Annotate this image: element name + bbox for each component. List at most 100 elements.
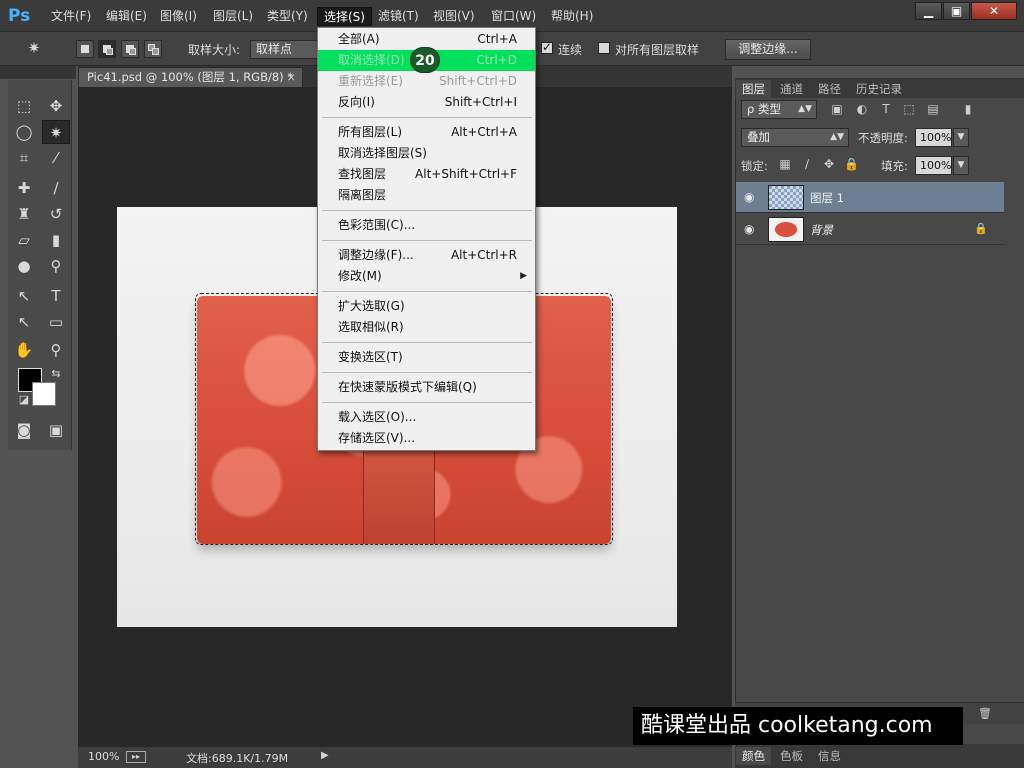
menu-item-inverse[interactable]: 反向(I) Shift+Ctrl+I bbox=[318, 92, 535, 113]
lasso-tool-icon[interactable]: ◯ bbox=[10, 120, 38, 144]
menu-window[interactable]: 窗口(W) bbox=[485, 7, 542, 26]
sample-all-layers-label: 对所有图层取样 bbox=[615, 43, 700, 57]
add-selection-mode-button[interactable] bbox=[98, 40, 116, 58]
tab-layers[interactable]: 图层 bbox=[736, 80, 771, 98]
menu-image[interactable]: 图像(I) bbox=[154, 7, 203, 26]
menu-edit[interactable]: 编辑(E) bbox=[100, 7, 153, 26]
quick-mask-icon[interactable]: ◙ bbox=[10, 418, 38, 442]
menu-item-save-selection[interactable]: 存储选区(V)... bbox=[318, 428, 535, 449]
maximize-button[interactable]: ▣ bbox=[943, 2, 970, 20]
sample-size-select[interactable]: 取样点 bbox=[250, 40, 318, 59]
status-bar: 100% ▸▸ 文档:689.1K/1.79M ▶ bbox=[78, 746, 732, 768]
layer-row-background[interactable]: ◉ 背景 🔒 bbox=[736, 214, 1004, 245]
tab-swatches[interactable]: 色板 bbox=[774, 747, 809, 765]
background-color-swatch[interactable] bbox=[32, 382, 56, 406]
healing-brush-tool-icon[interactable]: ✚ bbox=[10, 176, 38, 200]
lock-all-icon[interactable]: 🔒 bbox=[844, 157, 859, 171]
layer-filter-select[interactable]: ρ 类型 ▲▼ bbox=[741, 100, 817, 119]
document-tab[interactable]: Pic41.psd @ 100% (图层 1, RGB/8) * × bbox=[78, 67, 303, 87]
menu-item-refine-edge[interactable]: 调整边缘(F)... Alt+Ctrl+R bbox=[318, 245, 535, 266]
visibility-eye-icon[interactable]: ◉ bbox=[744, 190, 754, 204]
layer-thumbnail bbox=[768, 185, 804, 210]
contiguous-checkbox[interactable] bbox=[541, 40, 553, 54]
type-tool-icon[interactable]: T bbox=[42, 284, 70, 308]
opacity-dropdown-icon[interactable]: ▼ bbox=[953, 128, 969, 147]
magic-wand-tool-icon[interactable]: ✷ bbox=[42, 120, 70, 144]
tab-info[interactable]: 信息 bbox=[812, 747, 847, 765]
filter-adjustment-icon[interactable]: ◐ bbox=[854, 102, 870, 116]
menu-item-grow[interactable]: 扩大选取(G) bbox=[318, 296, 535, 317]
menu-file[interactable]: 文件(F) bbox=[45, 7, 97, 26]
clone-stamp-tool-icon[interactable]: ♜ bbox=[10, 202, 38, 226]
menu-layer[interactable]: 图层(L) bbox=[207, 7, 259, 26]
zoom-tool-icon[interactable]: ⚲ bbox=[42, 338, 70, 362]
tab-channels[interactable]: 通道 bbox=[774, 80, 809, 98]
dodge-tool-icon[interactable]: ⚲ bbox=[42, 254, 70, 278]
screen-mode-icon[interactable]: ▣ bbox=[42, 418, 70, 442]
zoom-level[interactable]: 100% bbox=[88, 750, 119, 763]
eraser-tool-icon[interactable]: ▱ bbox=[10, 228, 38, 252]
subtract-selection-mode-button[interactable] bbox=[121, 40, 139, 58]
menu-separator bbox=[322, 240, 532, 241]
close-button[interactable]: ✕ bbox=[971, 2, 1017, 20]
menu-item-color-range[interactable]: 色彩范围(C)... bbox=[318, 215, 535, 236]
menu-item-similar[interactable]: 选取相似(R) bbox=[318, 317, 535, 338]
menu-item-isolate-layers[interactable]: 隔离图层 bbox=[318, 185, 535, 206]
menu-select[interactable]: 选择(S) bbox=[317, 7, 372, 26]
brush-tool-icon[interactable]: ∕ bbox=[42, 176, 70, 200]
layer-row-layer1[interactable]: ◉ 图层 1 bbox=[736, 182, 1004, 213]
opacity-label: 不透明度: bbox=[858, 131, 908, 145]
delete-layer-icon[interactable]: 🗑 bbox=[978, 707, 992, 721]
move-tool-icon[interactable]: ✥ bbox=[42, 94, 70, 118]
history-brush-tool-icon[interactable]: ↺ bbox=[42, 202, 70, 226]
menu-item-modify[interactable]: 修改(M) ▶ bbox=[318, 266, 535, 287]
filter-smart-object-icon[interactable]: ▤ bbox=[925, 102, 941, 116]
fill-input[interactable]: 100% bbox=[915, 156, 952, 175]
tab-color[interactable]: 颜色 bbox=[736, 747, 771, 765]
fill-dropdown-icon[interactable]: ▼ bbox=[953, 156, 969, 175]
menu-item-find-layers[interactable]: 查找图层 Alt+Shift+Ctrl+F bbox=[318, 164, 535, 185]
gradient-tool-icon[interactable]: ▮ bbox=[42, 228, 70, 252]
lock-image-icon[interactable]: ∕ bbox=[800, 157, 814, 171]
magic-wand-tool-preset-icon[interactable]: ✷ bbox=[20, 36, 48, 60]
crop-tool-icon[interactable]: ⌗ bbox=[10, 146, 38, 170]
filter-type-icon[interactable]: T bbox=[878, 102, 894, 116]
filter-shape-icon[interactable]: ⬚ bbox=[901, 102, 917, 116]
select-menu-dropdown: 全部(A) Ctrl+A 取消选择(D) Ctrl+D 重新选择(E) Shift+C… bbox=[317, 27, 536, 451]
menu-item-deselect-layers[interactable]: 取消选择图层(S) bbox=[318, 143, 535, 164]
opacity-input[interactable]: 100% bbox=[915, 128, 952, 147]
refine-edge-button[interactable]: 调整边缘... bbox=[725, 39, 811, 60]
visibility-eye-icon[interactable]: ◉ bbox=[744, 222, 754, 236]
filter-toggle-icon[interactable]: ▮ bbox=[960, 102, 976, 116]
menu-item-quick-mask[interactable]: 在快速蒙版模式下编辑(Q) bbox=[318, 377, 535, 398]
menu-filter[interactable]: 滤镜(T) bbox=[372, 7, 425, 26]
intersect-selection-mode-button[interactable] bbox=[144, 40, 162, 58]
eyedropper-tool-icon[interactable]: ⁄ bbox=[42, 146, 70, 170]
menu-view[interactable]: 视图(V) bbox=[427, 7, 481, 26]
blur-tool-icon[interactable]: ● bbox=[10, 254, 38, 278]
hand-tool-icon[interactable]: ✋ bbox=[10, 338, 38, 362]
lock-transparent-icon[interactable]: ▦ bbox=[778, 157, 792, 171]
pen-tool-icon[interactable]: ↖ bbox=[10, 284, 38, 308]
contiguous-label: 连续 bbox=[558, 43, 583, 57]
filter-pixel-icon[interactable]: ▣ bbox=[829, 102, 845, 116]
minimize-button[interactable]: ▁ bbox=[915, 2, 942, 20]
lock-position-icon[interactable]: ✥ bbox=[822, 157, 836, 171]
blend-mode-select[interactable]: 叠加 ▲▼ bbox=[741, 128, 849, 147]
close-tab-icon[interactable]: × bbox=[286, 68, 296, 87]
doc-info-toggle-icon[interactable]: ▸▸ bbox=[126, 751, 146, 763]
menu-item-load-selection[interactable]: 载入选区(O)... bbox=[318, 407, 535, 428]
status-expand-icon[interactable]: ▶ bbox=[321, 750, 329, 761]
tab-paths[interactable]: 路径 bbox=[812, 80, 847, 98]
path-selection-tool-icon[interactable]: ↖ bbox=[10, 310, 38, 334]
menu-item-all-layers[interactable]: 所有图层(L) Alt+Ctrl+A bbox=[318, 122, 535, 143]
menu-item-transform-selection[interactable]: 变换选区(T) bbox=[318, 347, 535, 368]
new-selection-mode-button[interactable] bbox=[76, 40, 94, 58]
sample-all-layers-checkbox[interactable] bbox=[598, 42, 610, 54]
menu-type[interactable]: 类型(Y) bbox=[261, 7, 314, 26]
layer-name: 图层 1 bbox=[810, 191, 844, 205]
rectangle-tool-icon[interactable]: ▭ bbox=[42, 310, 70, 334]
tab-history[interactable]: 历史记录 bbox=[850, 80, 908, 98]
menu-help[interactable]: 帮助(H) bbox=[545, 7, 599, 26]
marquee-tool-icon[interactable]: ⬚ bbox=[10, 94, 38, 118]
